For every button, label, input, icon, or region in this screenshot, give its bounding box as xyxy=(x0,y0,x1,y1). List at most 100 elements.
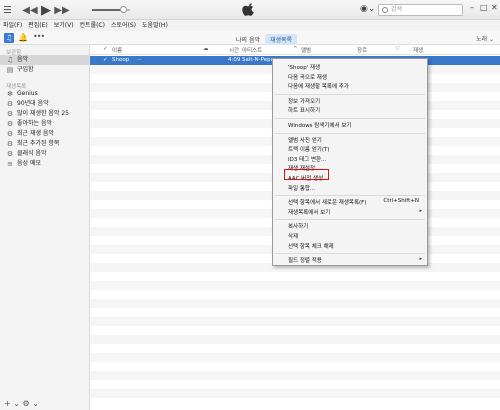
minimize-icon[interactable]: – xyxy=(470,3,474,12)
sidebar-item-label: 좋아하는 음악 xyxy=(17,120,53,127)
menu-view[interactable]: 보기(V) xyxy=(54,20,74,31)
view-options-dropdown[interactable]: 노래 ⌄ xyxy=(476,34,494,43)
context-menu-item[interactable]: 선택 항목에서 새로운 재생목록(F) xyxy=(288,198,366,206)
add-playlist-button[interactable]: + ⌄ ⚙ ⌄ xyxy=(4,399,39,408)
sidebar-item-label: 클래식 음악 xyxy=(17,150,47,157)
sidebar-item-classical[interactable]: ⚙ 클래식 음악 xyxy=(0,149,89,159)
submenu-arrow-icon: ▸ xyxy=(419,207,422,214)
col-artist[interactable]: 아티스트 xyxy=(242,46,262,54)
genius-icon: ✻ xyxy=(7,90,13,98)
row-name: Shoop xyxy=(112,57,130,63)
music-note-icon: ♫ xyxy=(6,56,14,64)
menu-separator xyxy=(275,118,425,119)
sidebar-item-music[interactable]: ♫ 음악 xyxy=(0,55,89,65)
col-plays[interactable]: 재생 xyxy=(413,46,423,54)
context-menu-item[interactable]: 정보 가져오기 xyxy=(288,97,320,105)
maximize-icon[interactable]: □ xyxy=(480,3,488,12)
search-input[interactable]: 검색 xyxy=(378,4,463,16)
menu-bar: 파일(F) 편집(E) 보기(V) 컨트롤(C) 스토어(S) 도움말(H) xyxy=(0,20,500,31)
smart-playlist-icon: ⚙ xyxy=(6,100,14,108)
empty-row xyxy=(90,353,500,362)
menu-store[interactable]: 스토어(S) xyxy=(111,20,136,31)
sidebar-item-label: 구입함 xyxy=(17,66,34,73)
context-menu-item[interactable]: Windows 탐색기에서 보기 xyxy=(288,121,351,129)
next-track-icon[interactable]: ▶▶ xyxy=(54,3,70,17)
volume-slider[interactable] xyxy=(92,6,130,13)
empty-row xyxy=(90,317,500,326)
context-menu-item[interactable]: 앨범 사진 얻기 xyxy=(288,136,322,144)
context-menu-item[interactable]: 'Shoop' 재생 xyxy=(288,63,320,71)
sidebar-item-purchased[interactable]: ▤ 구입함 xyxy=(0,65,89,75)
account-caret: ⌄ xyxy=(367,4,376,14)
menu-edit[interactable]: 편집(E) xyxy=(28,20,48,31)
close-icon[interactable]: ✕ xyxy=(491,3,498,12)
empty-row xyxy=(90,272,500,281)
col-genre[interactable]: 장르 xyxy=(357,46,367,54)
sidebar-item-label: 90년대 음악 xyxy=(17,100,49,107)
context-menu-item[interactable]: 다음에 재생할 목록에 추가 xyxy=(288,82,349,90)
sidebar-item-recently-played[interactable]: ⚙ 최근 재생 음악 xyxy=(0,129,89,139)
col-time[interactable]: 시간 xyxy=(229,46,239,54)
smart-playlist-icon: ⚙ xyxy=(6,150,14,158)
sidebar-item-label: 많이 재생한 음악 25 xyxy=(17,110,69,117)
empty-row xyxy=(90,344,500,353)
sidebar-item-voice-memos[interactable]: ≡ 음성 메모 xyxy=(0,159,89,169)
notification-icon[interactable]: 🔔 xyxy=(18,33,28,42)
previous-track-icon[interactable]: ◀◀ xyxy=(22,3,38,17)
row-check[interactable]: ✓ xyxy=(103,57,108,63)
menu-separator xyxy=(275,219,425,221)
more-icon[interactable]: ••• xyxy=(33,32,45,41)
more-options-icon[interactable]: ⋯ xyxy=(137,57,142,63)
sidebar-item-genius[interactable]: ✻ Genius xyxy=(0,89,89,99)
context-menu-item[interactable]: 트랙 이름 얻기(T) xyxy=(288,145,330,153)
menu-separator xyxy=(275,195,425,197)
volume-level xyxy=(92,9,122,11)
context-menu-item[interactable]: 복사하기 xyxy=(288,222,308,230)
context-menu-item[interactable]: 필드 정렬 적용 xyxy=(288,256,322,264)
sidebar-item-top-25[interactable]: ⚙ 많이 재생한 음악 25 xyxy=(0,109,89,119)
context-menu-item[interactable]: 재생목록에서 보기 xyxy=(288,208,330,216)
menu-controls[interactable]: 컨트롤(C) xyxy=(80,20,105,31)
highlight-annotation xyxy=(284,169,329,180)
search-placeholder: 검색 xyxy=(391,6,403,13)
col-check[interactable]: ✓ xyxy=(103,46,108,52)
context-menu-item[interactable]: 하트 표시하기 xyxy=(288,106,320,114)
menu-shortcut: Ctrl+Shift+N xyxy=(383,198,419,205)
smart-playlist-icon: ⚙ xyxy=(6,140,14,148)
sidebar-item-label: 최근 재생 음악 xyxy=(17,130,54,137)
context-menu-item[interactable]: ID3 태그 변환... xyxy=(288,155,326,163)
sidebar-item-90s-music[interactable]: ⚙ 90년대 음악 xyxy=(0,99,89,109)
empty-row xyxy=(90,362,500,371)
search-icon xyxy=(382,7,388,13)
cloud-icon[interactable]: ☁ xyxy=(203,46,209,52)
menu-separator xyxy=(275,253,425,255)
context-menu-item[interactable]: 선택 항목 체크 해제 xyxy=(288,242,334,250)
empty-row xyxy=(90,290,500,299)
empty-row xyxy=(90,326,500,335)
playlists-header: 재생목록 xyxy=(6,84,27,90)
heart-icon[interactable]: ♡ xyxy=(395,46,400,52)
media-toolbar: ♫ 🔔 ••• 나의 음악 재생목록 노래 ⌄ xyxy=(0,31,500,45)
col-name[interactable]: 이름 xyxy=(112,46,122,54)
volume-knob[interactable] xyxy=(120,6,127,13)
context-menu-item[interactable]: 파일 통합... xyxy=(288,184,315,192)
app-menu-icon[interactable] xyxy=(3,4,13,14)
empty-row xyxy=(90,380,500,389)
sidebar-item-favorites[interactable]: ⚙ 좋아하는 음악 xyxy=(0,119,89,129)
tab-my-music[interactable]: 나의 음악 xyxy=(231,34,265,45)
sidebar-item-recently-added[interactable]: ⚙ 최근 추가된 항목 xyxy=(0,139,89,149)
menu-file[interactable]: 파일(F) xyxy=(3,20,22,31)
menu-separator xyxy=(275,93,425,95)
context-menu-item[interactable]: 다음 곡으로 재생 xyxy=(288,73,327,81)
account-icon[interactable]: ◉⌄ xyxy=(360,4,375,14)
context-menu-item[interactable]: 삭제 xyxy=(288,232,298,240)
music-note-icon[interactable]: ♫ xyxy=(4,33,14,43)
col-album[interactable]: 앨범 xyxy=(301,46,311,54)
smart-playlist-icon: ⚙ xyxy=(6,120,14,128)
library-header: 보관함 xyxy=(6,50,22,56)
menu-help[interactable]: 도움말(H) xyxy=(142,20,168,31)
sidebar: 보관함 ♫ 음악 ▤ 구입함 재생목록 ✻ Genius ⚙ 90년대 음악 ⚙… xyxy=(0,45,90,395)
sidebar-item-label: 음성 메모 xyxy=(17,160,41,167)
tab-playlists[interactable]: 재생목록 xyxy=(265,34,298,45)
play-icon[interactable]: ▶ xyxy=(38,3,54,18)
